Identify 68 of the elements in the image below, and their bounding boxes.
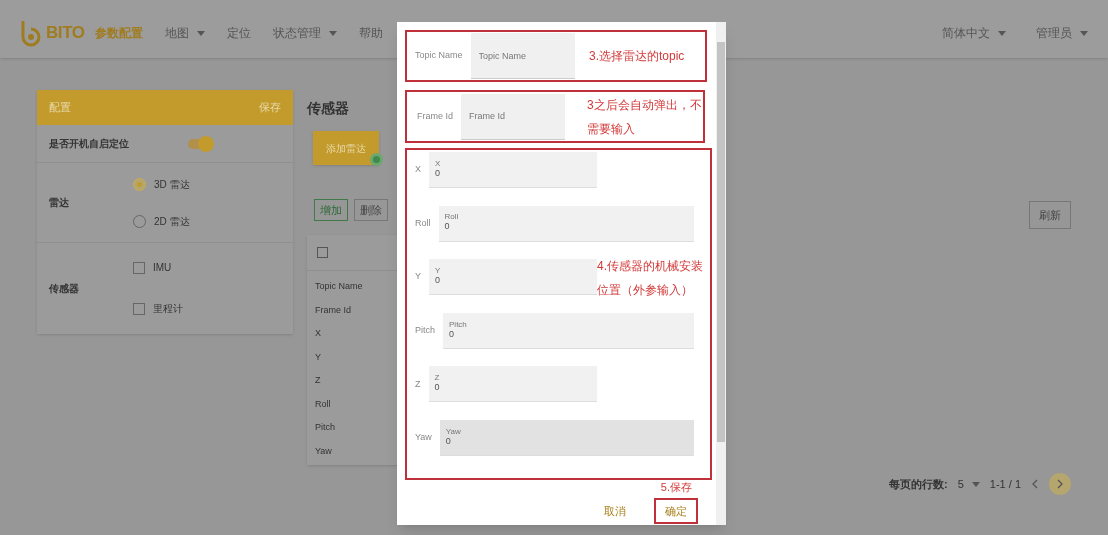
- radio-label: 2D 雷达: [154, 214, 190, 229]
- caret-icon: [971, 481, 980, 487]
- annotation-note: 3之后会自动弹出，不需要输入: [587, 97, 703, 138]
- panel-title: 配置: [49, 100, 71, 116]
- field-label: Topic Name: [415, 49, 463, 63]
- input-field[interactable]: Pitch 0: [443, 312, 694, 349]
- field-label: Z: [415, 377, 421, 391]
- input-field[interactable]: Z 0: [428, 366, 597, 403]
- caret-icon: [998, 30, 1006, 36]
- input-field[interactable]: Yaw 0: [439, 419, 694, 456]
- rows-per-page-label: 每页的行数:: [889, 476, 948, 492]
- add-radar-button[interactable]: 添加雷达: [313, 131, 379, 165]
- nav-item[interactable]: 状态管理: [273, 24, 337, 42]
- table-row-label: Topic Name: [314, 280, 364, 293]
- dialog-button[interactable]: 确定: [654, 498, 698, 524]
- nav-item[interactable]: 帮助: [359, 24, 383, 42]
- annotation-note: 4.传感器的机械安装位置（外参输入）: [597, 258, 704, 299]
- nav-dropdown[interactable]: 简体中文: [942, 24, 1006, 42]
- field-label: Roll: [415, 216, 431, 230]
- checkbox[interactable]: [317, 247, 328, 258]
- checkbox-label: IMU: [153, 261, 172, 275]
- radio-button[interactable]: [133, 177, 146, 191]
- table-row-label: Frame Id: [314, 303, 352, 317]
- section-title: 传感器: [307, 99, 350, 118]
- checkbox[interactable]: [133, 302, 145, 315]
- annotation-note: 5.保存: [660, 480, 692, 495]
- input-field[interactable]: X 0: [429, 152, 597, 188]
- page-range: 1-1 / 1: [989, 476, 1021, 492]
- field-label: Yaw: [415, 431, 432, 445]
- checkbox-label: 里程计: [153, 302, 183, 316]
- caret-icon: [1080, 30, 1088, 36]
- nav-item[interactable]: 地图: [165, 24, 205, 42]
- logo-text: BITO: [46, 22, 85, 45]
- nav-item[interactable]: 定位: [227, 24, 251, 42]
- checkbox[interactable]: [133, 261, 145, 274]
- table-row-label: Y: [314, 350, 322, 364]
- logo-icon: [20, 19, 42, 47]
- input-field[interactable]: Topic Name: [470, 33, 575, 79]
- row-label: 是否开机自启定位: [49, 137, 130, 151]
- table-row-label: Z: [314, 374, 322, 387]
- field-label: Pitch: [415, 324, 435, 338]
- field-label: X: [415, 163, 421, 177]
- caret-icon: [329, 30, 337, 36]
- table-row-label: Yaw: [314, 444, 333, 458]
- action-button[interactable]: 删除: [354, 199, 388, 221]
- field-label: Frame Id: [417, 109, 453, 123]
- input-field[interactable]: Frame Id: [461, 93, 565, 140]
- action-button[interactable]: 增加: [314, 199, 348, 221]
- next-page-button[interactable]: [1049, 473, 1071, 495]
- table-row-label: Pitch: [314, 421, 336, 434]
- caret-icon: [197, 30, 205, 36]
- radio-label: 3D 雷达: [154, 177, 190, 192]
- row-label: 雷达: [49, 196, 70, 210]
- refresh-button[interactable]: 刷新: [1029, 201, 1071, 229]
- table-row-label: Roll: [314, 397, 332, 411]
- row-label: 传感器: [49, 281, 80, 296]
- annotation-note: 3.选择雷达的topic: [589, 48, 685, 65]
- nav-dropdown[interactable]: 管理员: [1036, 24, 1088, 42]
- table-row-label: X: [314, 327, 322, 340]
- chevron-right-icon: [1056, 479, 1064, 489]
- field-label: Y: [415, 270, 421, 284]
- rows-per-page-select[interactable]: 5: [957, 475, 980, 493]
- input-field[interactable]: Y 0: [429, 259, 597, 296]
- input-field[interactable]: Roll 0: [438, 205, 694, 242]
- dialog-button[interactable]: 取消: [596, 498, 634, 524]
- save-link[interactable]: 保存: [259, 99, 281, 116]
- chevron-left-icon: [1031, 479, 1039, 489]
- previous-page-button[interactable]: [1031, 479, 1039, 489]
